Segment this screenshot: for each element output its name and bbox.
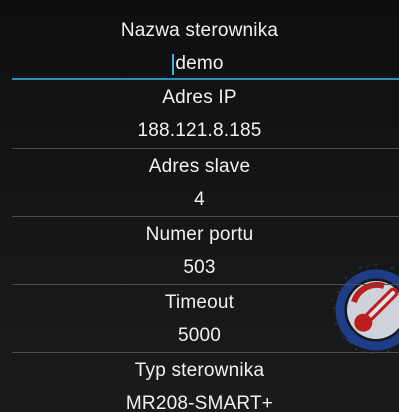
timeout-label: Timeout [164,292,235,313]
ip-address-input[interactable]: 188.121.8.185 [0,119,399,143]
slave-address-input[interactable]: 4 [0,188,399,212]
settings-screen: Nazwa sterownika demo Adres IP 188.121.8… [0,0,399,412]
port-number-underline [12,284,399,285]
port-number-input[interactable]: 503 [0,256,399,280]
controller-name-value-wrap: demo [172,52,224,76]
controller-type-input[interactable]: MR208-SMART+ [0,392,399,412]
ip-address-underline [12,148,399,149]
controller-name-underline [12,78,399,80]
timeout-underline [12,352,399,353]
controller-name-value: demo [175,53,224,74]
controller-name-label: Nazwa sterownika [120,20,279,41]
controller-name-input[interactable]: demo [0,52,399,76]
port-number-label: Numer portu [145,224,254,245]
slave-address-label: Adres slave [148,156,251,177]
timeout-input[interactable]: 5000 [0,324,399,348]
text-cursor [172,54,175,75]
controller-type-label: Typ sterownika [134,360,265,381]
slave-address-underline [12,216,399,217]
ip-address-label: Adres IP [162,87,237,108]
